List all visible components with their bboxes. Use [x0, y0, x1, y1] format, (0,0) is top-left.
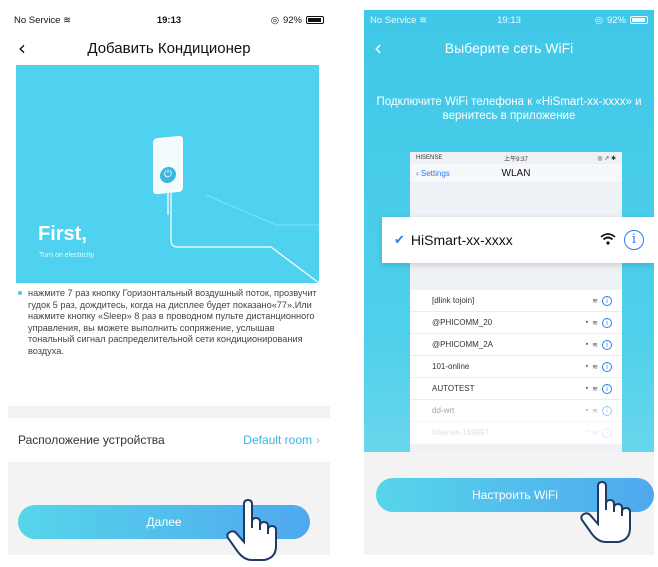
battery-icon: [630, 16, 648, 24]
network-name: @PHICOMM_20: [432, 318, 493, 327]
network-row: hisense-169897 ▪ ≋ i: [410, 422, 622, 444]
select-wifi-screen: No Service ≋ 19:13 ◎ 92% ‹ Выберите сеть …: [364, 10, 654, 555]
network-name: hisense-169897: [432, 428, 489, 437]
illustration-panel: ⏻ First, Turn on electricity: [16, 65, 319, 283]
wifi-signal-icon: ≋: [592, 297, 598, 305]
wifi-instructions: Подключите WiFi телефона к «HiSmart-xx-x…: [376, 96, 642, 122]
info-icon[interactable]: i: [624, 230, 644, 250]
lock-icon: ▪: [585, 363, 589, 370]
info-icon: i: [602, 317, 612, 328]
wifi-signal-icon: ≋: [592, 319, 598, 327]
status-bar: No Service ≋ 19:13 ◎ 92%: [8, 10, 330, 30]
mock-carrier: HISENSE: [416, 155, 443, 161]
info-icon: i: [602, 361, 612, 372]
lock-icon: ▪: [585, 407, 589, 414]
back-button[interactable]: ‹: [374, 36, 382, 60]
network-row: @PHICOMM_20 ▪ ≋ i: [410, 312, 622, 334]
lock-icon: ▪: [585, 319, 589, 326]
status-time: 19:13: [497, 14, 521, 26]
wifi-signal-icon: ≋: [592, 363, 598, 371]
ios-wlan-illustration: HISENSE 上午9:37 ◎ ↗ ✱ ‹ Settings WLAN [dl…: [410, 152, 622, 452]
illustration-subheading: Turn on electricity: [39, 252, 94, 259]
network-row: 101-online ▪ ≋ i: [410, 356, 622, 378]
mock-time: 上午9:37: [504, 156, 528, 163]
checkmark-icon: ✔: [394, 232, 405, 247]
chevron-right-icon: ›: [316, 433, 320, 447]
wifi-signal-icon: ≋: [592, 385, 598, 393]
lock-icon: ▪: [585, 429, 589, 436]
device-illustration: ⏻: [153, 135, 183, 195]
network-name: AUTOTEST: [432, 384, 475, 393]
network-row: AUTOTEST ▪ ≋ i: [410, 378, 622, 400]
device-location-row[interactable]: Расположение устройства Default room ›: [8, 420, 330, 460]
mock-back-link: ‹ Settings: [416, 168, 450, 178]
info-icon: i: [602, 383, 612, 394]
lock-icon: ▪: [585, 341, 589, 348]
info-icon: i: [602, 339, 612, 350]
battery-icon: [306, 16, 324, 24]
page-title: Выберите сеть WiFi: [444, 40, 574, 56]
status-time: 19:13: [156, 14, 182, 26]
nav-bar: ‹ Выберите сеть WiFi: [364, 34, 654, 62]
illustration-heading: First,: [38, 223, 87, 245]
info-icon: i: [602, 427, 612, 438]
section-divider: [8, 406, 330, 418]
mock-nav-bar: ‹ Settings WLAN: [410, 164, 622, 182]
info-icon: i: [602, 295, 612, 306]
network-list: [dlink tojoin] ≋ i @PHICOMM_20 ▪ ≋ i @PHICOMM_2…: [410, 290, 622, 444]
selected-network-card[interactable]: ✔ HiSmart-xx-xxxx i: [382, 217, 654, 263]
network-name: @PHICOMM_2A: [432, 340, 494, 349]
wifi-signal-icon: ≋: [592, 429, 598, 437]
add-ac-screen: No Service ≋ 19:13 ◎ 92% ‹ Добавить Конди…: [8, 10, 330, 555]
tap-hand-icon: [222, 498, 282, 562]
power-icon: ⏻: [160, 166, 176, 184]
location-label: Расположение устройства: [18, 433, 165, 447]
status-bar: No Service ≋ 19:13 ◎ 92%: [364, 10, 654, 30]
lock-icon: ▪: [585, 385, 589, 392]
network-row: [dlink tojoin] ≋ i: [410, 290, 622, 312]
wifi-signal-icon: ≋: [592, 341, 598, 349]
selected-ssid: HiSmart-xx-xxxx: [410, 232, 513, 248]
mock-status-icons: ◎ ↗ ✱: [597, 155, 617, 162]
mock-status-bar: HISENSE 上午9:37 ◎ ↗ ✱: [410, 152, 622, 164]
network-name: [dlink tojoin]: [432, 296, 475, 305]
wifi-signal-icon: [600, 232, 616, 248]
network-row: @PHICOMM_2A ▪ ≋ i: [410, 334, 622, 356]
nav-bar: ‹ Добавить Кондиционер: [8, 34, 330, 62]
network-name: dd-wrt: [432, 406, 455, 415]
bullet-icon: [18, 291, 22, 295]
location-value[interactable]: Default room: [243, 433, 312, 447]
tap-hand-icon: [576, 480, 636, 544]
network-name: 101-online: [432, 362, 470, 371]
network-row: dd-wrt ▪ ≋ i: [410, 400, 622, 422]
page-title: Добавить Кондиционер: [87, 39, 251, 57]
back-button[interactable]: ‹: [18, 36, 26, 60]
pairing-instructions: нажмите 7 раз кнопку Горизонтальный возд…: [18, 288, 318, 358]
wifi-signal-icon: ≋: [592, 407, 598, 415]
info-icon: i: [602, 405, 612, 416]
